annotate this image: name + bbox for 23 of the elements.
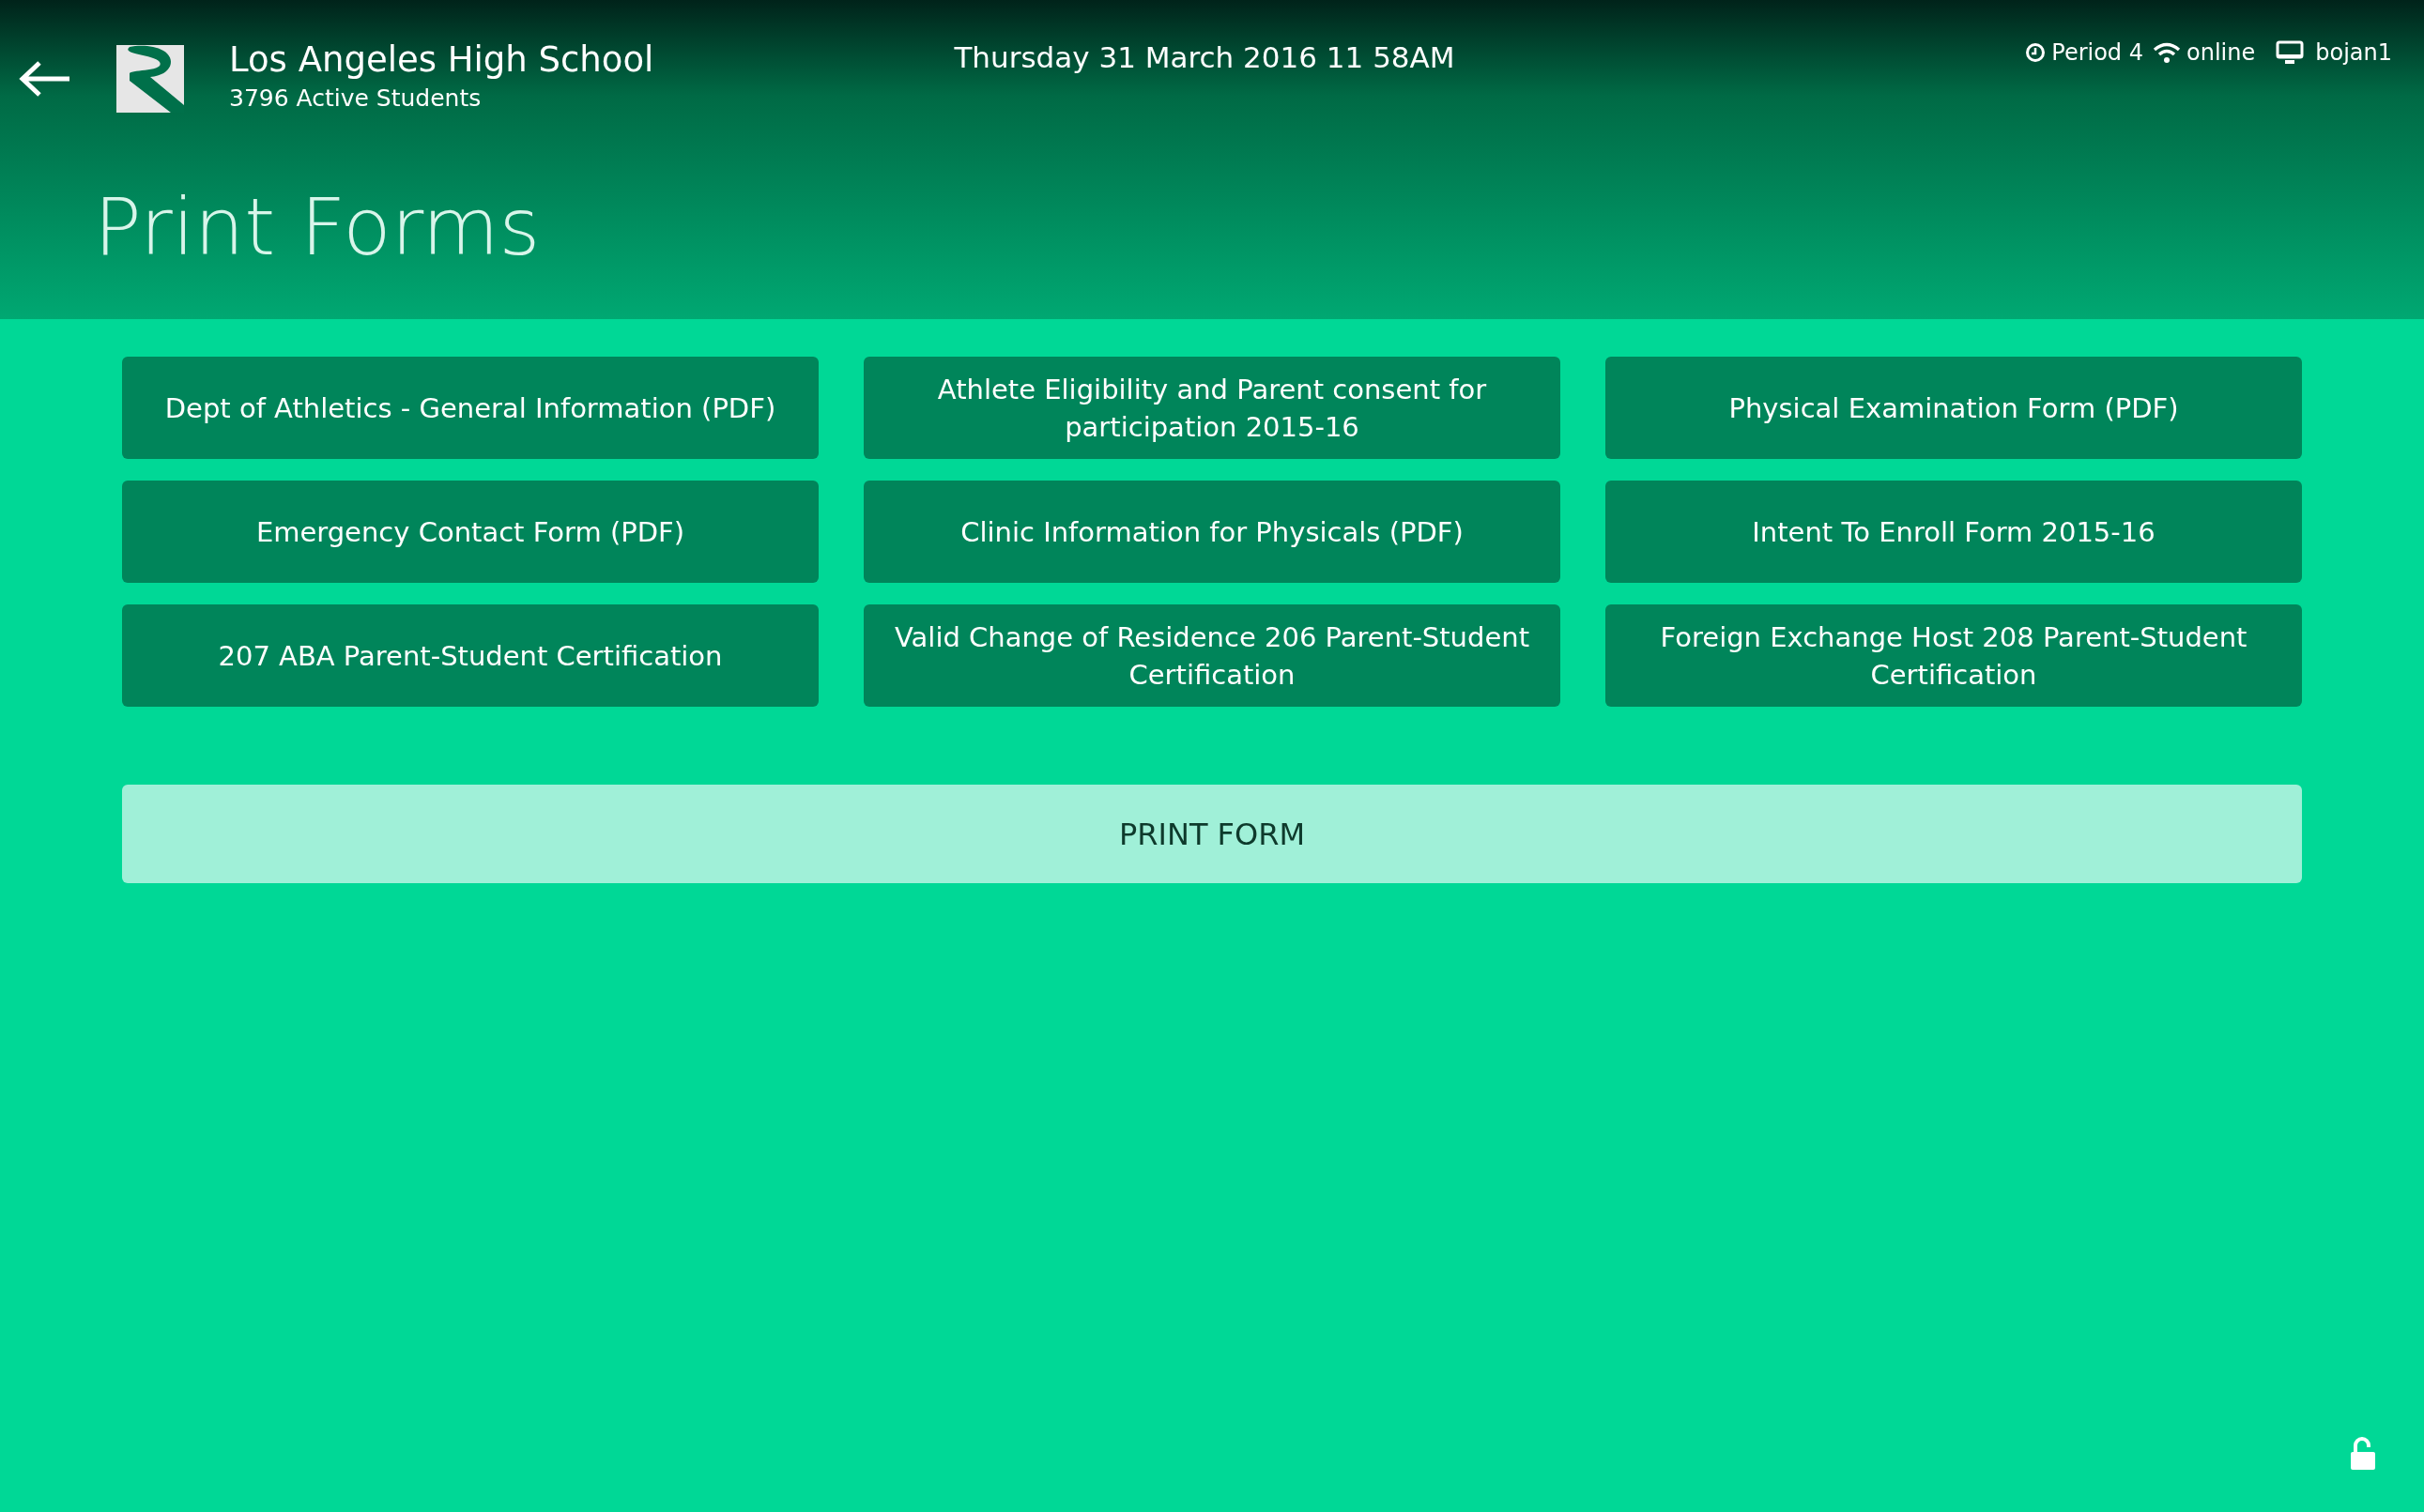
form-button[interactable]: Valid Change of Residence 206 Parent-Student Certification [864,604,1560,707]
date-time: Thursday 31 March 2016 11 58AM [954,39,1455,76]
monitor-icon [2276,40,2305,65]
clock-icon [2025,42,2047,63]
form-button[interactable]: Foreign Exchange Host 208 Parent-Student Certification [1605,604,2302,707]
form-button[interactable]: 207 ABA Parent-Student Certification [122,604,819,707]
connection-status: online [2186,39,2256,66]
print-form-button[interactable]: PRINT FORM [122,785,2302,883]
period-label: Period 4 [2051,39,2143,66]
form-button[interactable]: Dept of Athletics - General Information (PDF) [122,357,819,459]
student-count: 3796 Active Students [229,84,483,114]
wifi-icon [2153,41,2181,64]
school-name: Los Angeles High School [229,38,654,82]
form-button[interactable]: Clinic Information for Physicals (PDF) [864,481,1560,583]
unlocked-padlock-icon [2351,1437,2377,1471]
page-title: Print Forms [94,180,542,274]
form-button[interactable]: Athlete Eligibility and Parent consent for participation 2015-16 [864,357,1560,459]
logo-icon [116,45,184,113]
form-button[interactable]: Emergency Contact Form (PDF) [122,481,819,583]
user-name: bojan1 [2315,39,2392,66]
back-arrow-icon [19,60,71,98]
form-button[interactable]: Intent To Enroll Form 2015-16 [1605,481,2302,583]
form-button[interactable]: Physical Examination Form (PDF) [1605,357,2302,459]
